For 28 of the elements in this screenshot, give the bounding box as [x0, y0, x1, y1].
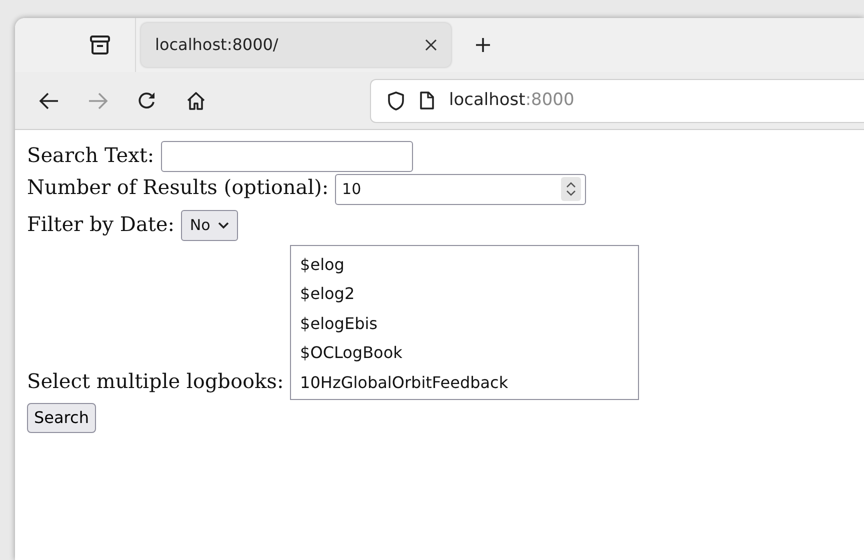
field-label: Number of Results (optional):: [27, 175, 329, 200]
search-button[interactable]: Search: [27, 403, 96, 434]
url-text: localhost:8000: [449, 88, 574, 112]
number-field[interactable]: 10: [335, 174, 586, 205]
home-icon[interactable]: [186, 90, 206, 110]
close-icon[interactable]: [425, 39, 437, 51]
shield-icon[interactable]: [387, 90, 405, 110]
tab-list-icon[interactable]: [89, 35, 111, 55]
logbook-listbox[interactable]: $elog $elog2 $elogEbis $OCLogBook 10HzGlobalOrbitFeedback: [290, 244, 640, 400]
tab-title: localhost:8000/: [155, 34, 278, 56]
new-tab-icon[interactable]: [475, 37, 491, 53]
address-bar[interactable]: localhost:8000: [370, 78, 864, 122]
field-label: Filter by Date:: [27, 212, 174, 236]
date-filter-dropdown[interactable]: No: [180, 210, 238, 241]
logbook-option[interactable]: 10HzGlobalOrbitFeedback: [291, 368, 638, 398]
reload-icon[interactable]: [136, 90, 156, 110]
field-label: Select multiple logbooks:: [27, 368, 284, 393]
spinner-icon[interactable]: [561, 177, 582, 202]
logbook-option[interactable]: $elog2: [291, 279, 638, 309]
page-icon: [419, 91, 435, 110]
field-label: Search Text:: [27, 143, 154, 167]
logbook-option[interactable]: $elog: [291, 250, 638, 280]
back-arrow-icon[interactable]: [38, 92, 58, 110]
browser-tab[interactable]: localhost:8000/: [141, 23, 451, 67]
search-text-field[interactable]: [160, 141, 412, 172]
logbook-option[interactable]: $elogEbis: [291, 308, 638, 338]
logbook-option[interactable]: $OCLogBook: [291, 338, 638, 368]
caret-icon: [218, 222, 230, 229]
